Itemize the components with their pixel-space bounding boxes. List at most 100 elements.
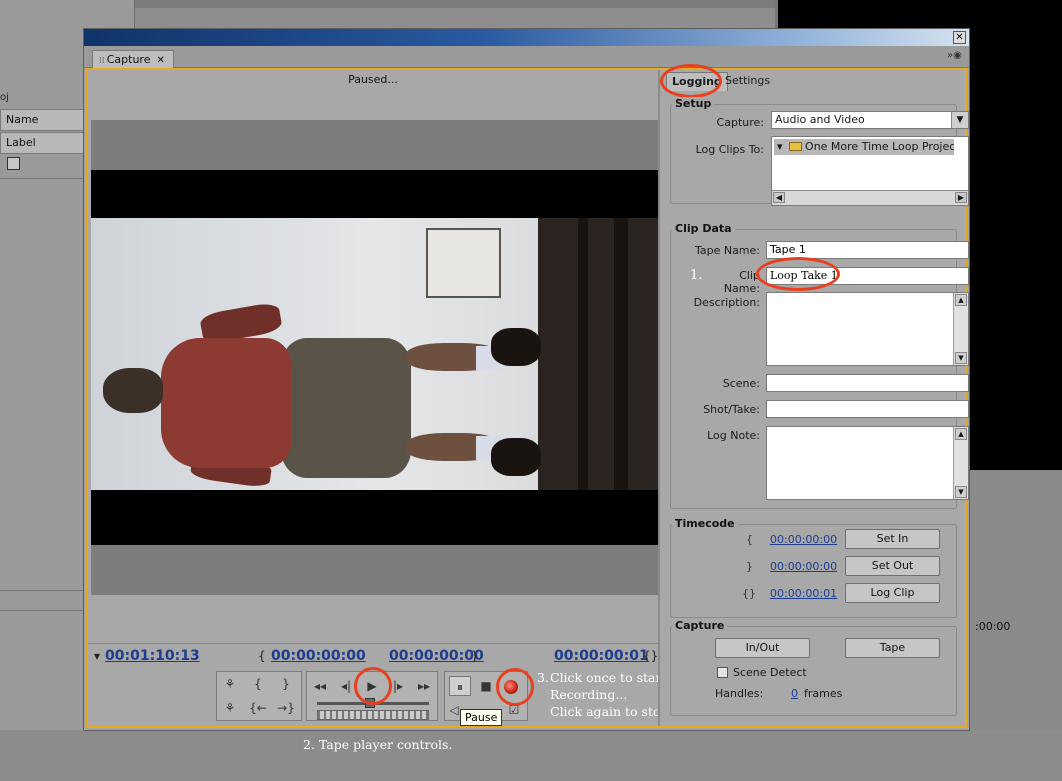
- person-shoe: [491, 438, 541, 476]
- tab-capture[interactable]: ⁞⁞ Capture ✕: [92, 50, 174, 68]
- scroll-right-icon[interactable]: ▶: [955, 192, 967, 203]
- out-point-icon: }: [471, 649, 479, 663]
- timeline-panel-background: [0, 730, 1062, 781]
- current-timecode[interactable]: 00:01:10:13: [105, 648, 200, 664]
- description-label: Description:: [693, 296, 760, 309]
- annotation-step3-line2: Recording...: [550, 687, 628, 702]
- capture-select-value: Audio and Video: [775, 113, 865, 126]
- duration-timecode[interactable]: 00:00:00:01: [554, 648, 649, 664]
- project-column-name[interactable]: Name: [0, 109, 85, 131]
- duration-icon: {}: [643, 649, 659, 663]
- scroll-left-icon[interactable]: ◀: [773, 192, 785, 203]
- go-to-out-point-icon[interactable]: →}: [275, 698, 297, 718]
- fast-forward-icon[interactable]: ▸▸: [413, 676, 435, 696]
- set-out-button[interactable]: Set Out: [845, 556, 940, 576]
- capture-window: ✕ ⁞⁞ Capture ✕ »◉ Paused... ▾ 00:01:10:1…: [83, 28, 970, 731]
- chevron-down-icon[interactable]: ▼: [951, 112, 968, 128]
- annotation-step2: 2. Tape player controls.: [303, 737, 453, 752]
- go-to-in-point-icon[interactable]: {←: [247, 698, 269, 718]
- in-out-button[interactable]: In/Out: [715, 638, 810, 658]
- log-clips-tree[interactable]: ▾ One More Time Loop Project.prpr ◀ ▶: [771, 136, 969, 206]
- scroll-down-icon[interactable]: ▼: [955, 352, 967, 364]
- panel-menu-icon[interactable]: »◉: [947, 50, 963, 64]
- handles-unit: frames: [804, 687, 843, 700]
- timeline-timecode: :00:00: [975, 620, 1011, 633]
- shot-take-field[interactable]: [766, 400, 969, 418]
- description-textarea[interactable]: ▲ ▼: [766, 292, 969, 366]
- marker-controls: ⚘ { } ⚘ {← →}: [216, 671, 302, 721]
- deck-post: [578, 218, 588, 490]
- window-tab-bar: ⁞⁞ Capture ✕ »◉: [84, 46, 969, 68]
- project-column-label[interactable]: Label: [0, 132, 85, 154]
- logging-panel: Logging Settings Setup Capture: Audio an…: [658, 64, 969, 726]
- annotation-circle: [496, 668, 534, 706]
- deck-post: [614, 218, 628, 490]
- stop-icon[interactable]: ■: [475, 676, 497, 696]
- set-out-icon[interactable]: }: [275, 674, 297, 694]
- out-bracket-icon: }: [746, 560, 753, 573]
- set-in-icon[interactable]: {: [247, 674, 269, 694]
- tape-button[interactable]: Tape: [845, 638, 940, 658]
- clip-data-title: Clip Data: [672, 222, 735, 235]
- scene-detect-checkbox[interactable]: [717, 667, 728, 678]
- handles-label: Handles:: [715, 687, 764, 700]
- set-in-button[interactable]: Set In: [845, 529, 940, 549]
- annotation-step3-line3: Click again to stop!: [550, 704, 674, 719]
- log-clip-button[interactable]: Log Clip: [845, 583, 940, 603]
- scroll-up-icon[interactable]: ▲: [955, 294, 967, 306]
- drag-grip-icon[interactable]: ⁞⁞: [99, 56, 105, 66]
- annotation-circle: [756, 257, 840, 291]
- annotation-step3-line1: Click once to start: [550, 670, 667, 685]
- setup-title: Setup: [672, 97, 715, 110]
- set-in-timecode[interactable]: 00:00:00:00: [770, 533, 837, 546]
- in-point-timecode[interactable]: 00:00:00:00: [271, 648, 366, 664]
- window-title-bar[interactable]: ✕: [84, 29, 969, 46]
- jog-control[interactable]: [317, 710, 429, 720]
- pause-tooltip: Pause: [460, 709, 503, 726]
- person-shorts: [281, 338, 411, 478]
- window-close-button[interactable]: ✕: [953, 31, 966, 44]
- annotation-step3-number: 3.: [537, 670, 549, 685]
- out-point-timecode[interactable]: 00:00:00:00: [389, 648, 484, 664]
- tab-settings[interactable]: Settings: [720, 72, 775, 91]
- person-shoe: [491, 328, 541, 366]
- log-note-label: Log Note:: [707, 429, 760, 442]
- clip-name-label: Clip Name:: [723, 269, 760, 295]
- person-head: [103, 368, 163, 413]
- rewind-icon[interactable]: ◂◂: [309, 676, 331, 696]
- letterbox-bottom: [91, 490, 658, 545]
- capture-monitor: [91, 120, 658, 595]
- project-bin-row[interactable]: ▾ One More Time Loop Project.prpr: [774, 139, 954, 155]
- tab-close-icon[interactable]: ✕: [156, 55, 164, 66]
- scroll-up-icon[interactable]: ▲: [955, 428, 967, 440]
- handles-value[interactable]: 0: [791, 687, 798, 700]
- scene-label: Scene:: [722, 377, 760, 390]
- horizontal-scrollbar[interactable]: ◀ ▶: [772, 190, 968, 205]
- pause-icon[interactable]: ⏸: [449, 676, 471, 696]
- log-clips-label: Log Clips To:: [695, 143, 764, 156]
- duration-bracket-icon: {}: [742, 587, 756, 600]
- tape-name-label: Tape Name:: [694, 244, 760, 257]
- capture-panel: Paused... ▾ 00:01:10:13 {00:00:00:00 00…: [86, 64, 969, 728]
- dropdown-triangle-icon[interactable]: ▾: [94, 649, 100, 663]
- capture-label: Capture:: [716, 116, 764, 129]
- capture-select[interactable]: Audio and Video ▼: [771, 111, 969, 129]
- annotation-circle: [660, 64, 722, 98]
- annotation-step1-number: 1.: [690, 268, 703, 283]
- vertical-scrollbar[interactable]: ▲ ▼: [953, 293, 968, 365]
- scene-field[interactable]: [766, 374, 969, 392]
- video-frame: [91, 218, 658, 490]
- go-to-in-icon[interactable]: ⚘: [219, 698, 241, 718]
- set-out-timecode[interactable]: 00:00:00:00: [770, 560, 837, 573]
- project-panel-label: oj: [0, 92, 9, 103]
- person-shirt: [161, 338, 291, 468]
- set-in-go-icon[interactable]: ⚘: [219, 674, 241, 694]
- in-bracket-icon: {: [746, 533, 753, 546]
- duration-timecode-panel[interactable]: 00:00:00:01: [770, 587, 837, 600]
- project-name: One More Time Loop Project.prpr: [805, 140, 954, 153]
- timecode-title: Timecode: [672, 517, 738, 530]
- scroll-down-icon[interactable]: ▼: [955, 486, 967, 498]
- vertical-scrollbar[interactable]: ▲ ▼: [953, 427, 968, 499]
- expand-triangle-icon[interactable]: ▾: [777, 140, 783, 153]
- log-note-textarea[interactable]: ▲ ▼: [766, 426, 969, 500]
